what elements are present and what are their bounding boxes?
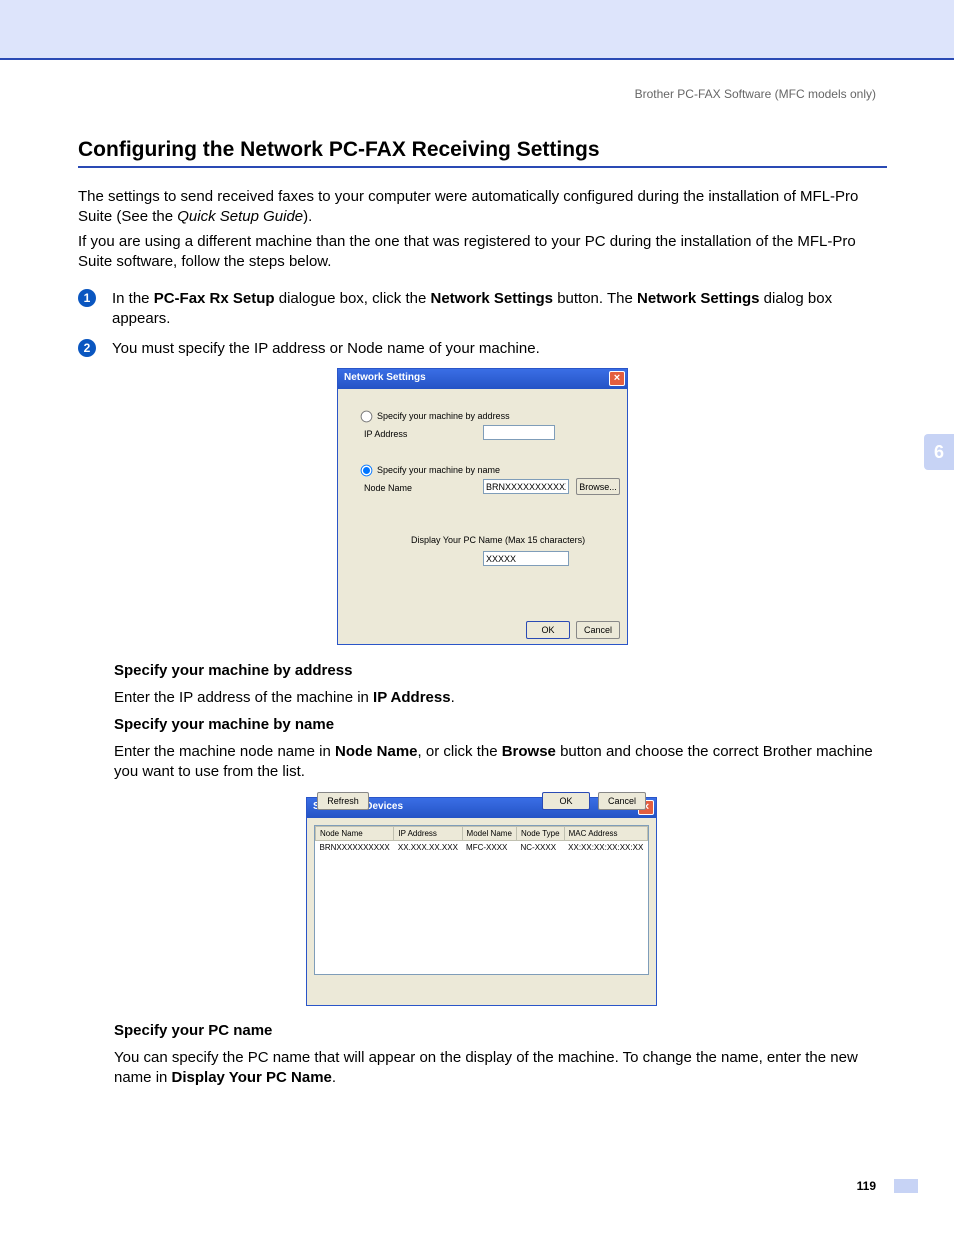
footer-accent xyxy=(894,1179,918,1193)
step-1: 1 In the PC-Fax Rx Setup dialogue box, c… xyxy=(78,289,887,329)
radio-by-name-label: Specify your machine by name xyxy=(377,465,500,475)
col-mac-address[interactable]: MAC Address xyxy=(564,827,647,841)
step-2-text: You must specify the IP address or Node … xyxy=(112,339,887,359)
ok-button[interactable]: OK xyxy=(526,621,570,639)
node-name-label: Node Name xyxy=(364,483,412,493)
col-ip-address[interactable]: IP Address xyxy=(394,827,462,841)
s1f: Network Settings xyxy=(637,290,760,307)
sec1a: Enter the IP address of the machine in xyxy=(114,689,373,706)
dialog-titlebar[interactable]: Network Settings × xyxy=(338,369,627,389)
node-name-input[interactable] xyxy=(483,479,569,494)
section-text-address: Enter the IP address of the machine in I… xyxy=(114,688,887,708)
cancel-button[interactable]: Cancel xyxy=(576,621,620,639)
step-badge-2: 2 xyxy=(78,339,96,357)
sec3c: . xyxy=(332,1069,336,1086)
ip-address-input[interactable] xyxy=(483,425,555,440)
step-1-text: In the PC-Fax Rx Setup dialogue box, cli… xyxy=(112,289,887,329)
cell-node-type: NC-XXXX xyxy=(517,841,565,855)
s1e: button. The xyxy=(553,290,637,307)
pcname-label: Display Your PC Name (Max 15 characters) xyxy=(411,535,585,545)
col-model-name[interactable]: Model Name xyxy=(462,827,516,841)
radio-by-address[interactable]: Specify your machine by address xyxy=(360,410,510,423)
dialog-title: Network Settings xyxy=(344,372,426,383)
cell-model-name: MFC-XXXX xyxy=(462,841,516,855)
page-title: Configuring the Network PC-FAX Receiving… xyxy=(78,138,600,162)
sec1c: . xyxy=(451,689,455,706)
table-header-row: Node Name IP Address Model Name Node Typ… xyxy=(316,827,648,841)
ip-address-label: IP Address xyxy=(364,429,407,439)
network-settings-dialog: Network Settings × Specify your machine … xyxy=(337,368,628,645)
cell-ip-address: XX.XXX.XX.XXX xyxy=(394,841,462,855)
refresh-button[interactable]: Refresh xyxy=(317,792,369,810)
page-number: 119 xyxy=(857,1179,876,1193)
cell-node-name: BRNXXXXXXXXXX xyxy=(316,841,394,855)
step-badge-1: 1 xyxy=(78,289,96,307)
section-text-pcname: You can specify the PC name that will ap… xyxy=(114,1048,887,1088)
sec2c: , or click the xyxy=(418,743,502,760)
chapter-tab: 6 xyxy=(924,434,954,470)
sec3b: Display Your PC Name xyxy=(172,1069,332,1086)
intro-paragraph-2: If you are using a different machine tha… xyxy=(78,232,887,272)
table-row[interactable]: BRNXXXXXXXXXX XX.XXX.XX.XXX MFC-XXXX NC-… xyxy=(316,841,648,855)
search-cancel-button[interactable]: Cancel xyxy=(598,792,646,810)
top-band xyxy=(0,0,954,58)
s1c: dialogue box, click the xyxy=(275,290,431,307)
section-heading-pcname: Specify your PC name xyxy=(114,1022,272,1039)
col-node-type[interactable]: Node Type xyxy=(517,827,565,841)
intro-paragraph-1: The settings to send received faxes to y… xyxy=(78,187,887,227)
close-icon[interactable]: × xyxy=(609,371,625,386)
s1a: In the xyxy=(112,290,154,307)
cell-mac-address: XX:XX:XX:XX:XX:XX xyxy=(564,841,647,855)
section-heading-address: Specify your machine by address xyxy=(114,662,352,679)
sec1b: IP Address xyxy=(373,689,451,706)
sec2b: Node Name xyxy=(335,743,418,760)
intro1-c: ). xyxy=(303,208,312,225)
section-heading-name: Specify your machine by name xyxy=(114,716,334,733)
top-rule xyxy=(0,58,954,60)
search-ok-button[interactable]: OK xyxy=(542,792,590,810)
radio-by-address-label: Specify your machine by address xyxy=(377,411,510,421)
sec2d: Browse xyxy=(502,743,556,760)
intro1-b: Quick Setup Guide xyxy=(177,208,303,225)
title-rule xyxy=(78,166,887,168)
browse-button[interactable]: Browse... xyxy=(576,478,620,495)
sec2a: Enter the machine node name in xyxy=(114,743,335,760)
search-devices-dialog: Search for Devices × Node Name IP Addres… xyxy=(306,797,657,1006)
device-table[interactable]: Node Name IP Address Model Name Node Typ… xyxy=(314,825,649,975)
s1b: PC-Fax Rx Setup xyxy=(154,290,275,307)
section-header: Brother PC-FAX Software (MFC models only… xyxy=(635,87,876,101)
col-node-name[interactable]: Node Name xyxy=(316,827,394,841)
step-2: 2 You must specify the IP address or Nod… xyxy=(78,339,887,359)
radio-by-name[interactable]: Specify your machine by name xyxy=(360,464,500,477)
section-text-name: Enter the machine node name in Node Name… xyxy=(114,742,887,782)
pcname-input[interactable] xyxy=(483,551,569,566)
s1d: Network Settings xyxy=(431,290,554,307)
